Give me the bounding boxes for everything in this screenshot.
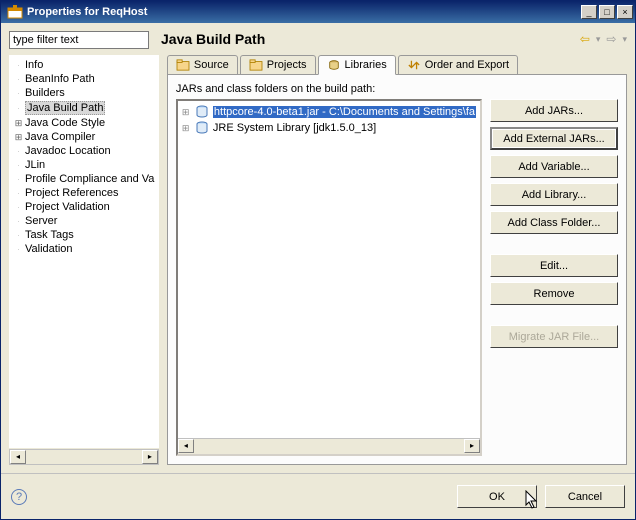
- tab-label: Source: [194, 59, 229, 71]
- jar-list[interactable]: ⊞httpcore-4.0-beta1.jar - C:\Documents a…: [176, 99, 482, 456]
- scroll-right-icon[interactable]: ▸: [464, 439, 480, 453]
- edit-button[interactable]: Edit...: [490, 254, 618, 277]
- tree-item[interactable]: ·JLin: [10, 158, 158, 172]
- titlebar: Properties for ReqHost _ □ ×: [1, 1, 635, 23]
- bottom-bar: ? OK Cancel: [1, 473, 635, 519]
- ok-button[interactable]: OK: [457, 485, 537, 508]
- tree-item[interactable]: ·Javadoc Location: [10, 144, 158, 158]
- tree-item[interactable]: ·Server: [10, 214, 158, 228]
- right-panel: Source Projects Libraries Order and Expo…: [167, 55, 627, 465]
- category-tree[interactable]: ·Info·BeanInfo Path·Builders·Java Build …: [9, 55, 159, 448]
- nav-arrows: ⇦▾ ⇨▾: [580, 32, 627, 46]
- tab-label: Libraries: [345, 59, 387, 71]
- tree-item[interactable]: ·Validation: [10, 242, 158, 256]
- tree-item[interactable]: ·Task Tags: [10, 228, 158, 242]
- jar-icon: [194, 105, 210, 119]
- tree-item[interactable]: ·Project Validation: [10, 200, 158, 214]
- add-class-folder-button[interactable]: Add Class Folder...: [490, 211, 618, 234]
- tabs: Source Projects Libraries Order and Expo…: [167, 55, 627, 75]
- button-column: Add JARs... Add External JARs... Add Var…: [490, 99, 618, 456]
- window-title: Properties for ReqHost: [27, 6, 581, 18]
- add-jars-button[interactable]: Add JARs...: [490, 99, 618, 122]
- tree-scrollbar[interactable]: ◂ ▸: [9, 449, 159, 465]
- tree-item[interactable]: ⊞Java Code Style: [10, 116, 158, 130]
- category-tree-wrap: ·Info·BeanInfo Path·Builders·Java Build …: [9, 55, 159, 465]
- libraries-icon: [327, 59, 341, 71]
- tree-item[interactable]: ·Builders: [10, 86, 158, 100]
- add-external-jars-button[interactable]: Add External JARs...: [490, 127, 618, 150]
- tab-body: JARs and class folders on the build path…: [167, 74, 627, 465]
- app-icon: [7, 4, 23, 20]
- tree-item[interactable]: ·Info: [10, 58, 158, 72]
- tab-label: Projects: [267, 59, 307, 71]
- maximize-button[interactable]: □: [599, 5, 615, 19]
- tab-libraries[interactable]: Libraries: [318, 55, 396, 75]
- page-title: Java Build Path: [161, 31, 265, 47]
- back-icon[interactable]: ⇦: [580, 32, 590, 46]
- source-icon: [176, 59, 190, 71]
- help-icon[interactable]: ?: [11, 489, 27, 505]
- list-label: JARs and class folders on the build path…: [176, 83, 618, 95]
- window-controls: _ □ ×: [581, 5, 633, 19]
- tab-order[interactable]: Order and Export: [398, 55, 518, 75]
- tree-item[interactable]: ·Project References: [10, 186, 158, 200]
- tree-item[interactable]: ·Java Build Path: [10, 100, 158, 116]
- forward-icon[interactable]: ⇨: [606, 32, 616, 46]
- tab-source[interactable]: Source: [167, 55, 238, 75]
- scroll-right-icon[interactable]: ▸: [142, 450, 158, 464]
- filter-input[interactable]: [9, 31, 149, 49]
- order-icon: [407, 59, 421, 71]
- cancel-button[interactable]: Cancel: [545, 485, 625, 508]
- add-variable-button[interactable]: Add Variable...: [490, 155, 618, 178]
- scroll-left-icon[interactable]: ◂: [10, 450, 26, 464]
- scroll-left-icon[interactable]: ◂: [178, 439, 194, 453]
- tree-item[interactable]: ⊞Java Compiler: [10, 130, 158, 144]
- remove-button[interactable]: Remove: [490, 282, 618, 305]
- add-library-button[interactable]: Add Library...: [490, 183, 618, 206]
- list-item[interactable]: ⊞JRE System Library [jdk1.5.0_13]: [180, 120, 478, 136]
- list-item[interactable]: ⊞httpcore-4.0-beta1.jar - C:\Documents a…: [180, 104, 478, 120]
- close-button[interactable]: ×: [617, 5, 633, 19]
- projects-icon: [249, 59, 263, 71]
- properties-dialog: Properties for ReqHost _ □ × Java Build …: [0, 0, 636, 520]
- migrate-jar-button: Migrate JAR File...: [490, 325, 618, 348]
- tab-label: Order and Export: [425, 59, 509, 71]
- tree-item[interactable]: ·BeanInfo Path: [10, 72, 158, 86]
- list-scrollbar[interactable]: ◂ ▸: [178, 438, 480, 454]
- jar-icon: [194, 121, 210, 135]
- tab-projects[interactable]: Projects: [240, 55, 316, 75]
- tree-item[interactable]: ·Profile Compliance and Va: [10, 172, 158, 186]
- dialog-body: Java Build Path ⇦▾ ⇨▾ ·Info·BeanInfo Pat…: [1, 23, 635, 473]
- minimize-button[interactable]: _: [581, 5, 597, 19]
